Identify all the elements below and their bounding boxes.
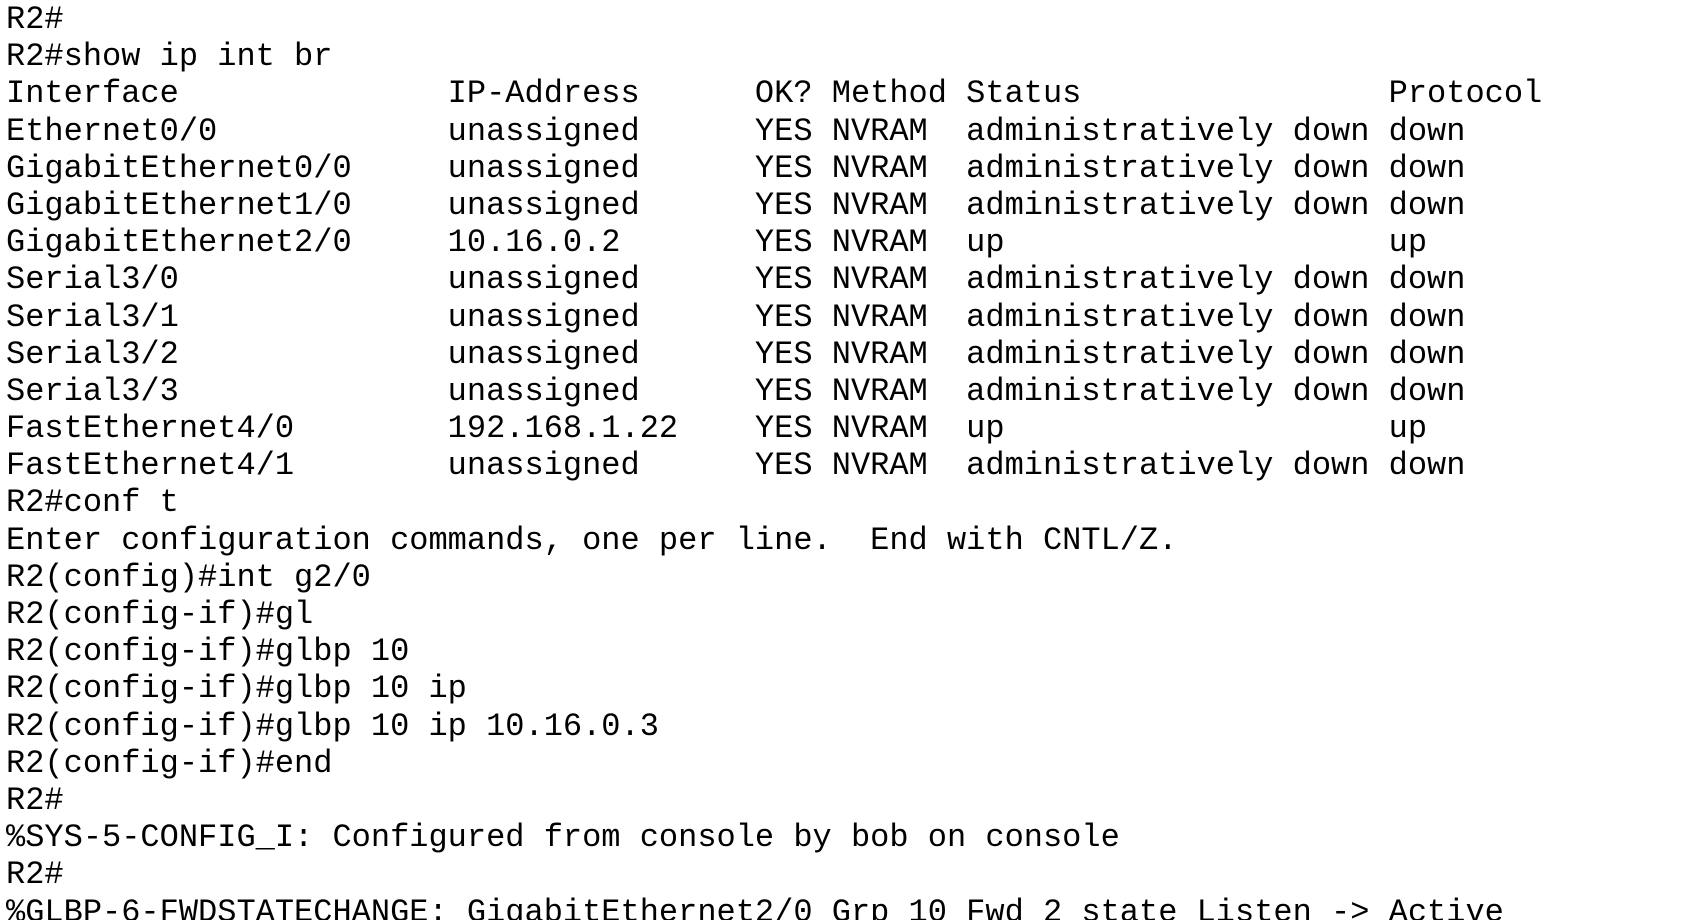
terminal-line: Serial3/3 unassigned YES NVRAM administr… [6,372,1466,410]
terminal-line: R2# [6,856,64,894]
terminal-line: GigabitEthernet1/0 unassigned YES NVRAM … [6,186,1466,224]
terminal-line: GigabitEthernet2/0 10.16.0.2 YES NVRAM u… [6,224,1428,262]
terminal-line: %SYS-5-CONFIG_I: Configured from console… [6,819,1120,857]
terminal-line: R2#conf t [6,484,179,522]
terminal-line: GigabitEthernet0/0 unassigned YES NVRAM … [6,149,1466,187]
terminal-line: %GLBP-6-FWDSTATECHANGE: GigabitEthernet2… [6,893,1504,920]
terminal-line: R2(config)#int g2/0 [6,558,371,596]
terminal-line: R2(config-if)#glbp 10 [6,633,410,671]
terminal-window[interactable]: R2# R2#show ip int br Interface IP-Addre… [0,0,1683,920]
terminal-line: R2# [6,1,64,38]
terminal-line: FastEthernet4/1 unassigned YES NVRAM adm… [6,447,1466,485]
terminal-line: R2(config-if)#end [6,744,333,782]
terminal-line: R2#show ip int br [6,38,333,76]
terminal-line: Enter configuration commands, one per li… [6,521,1178,559]
terminal-line: FastEthernet4/0 192.168.1.22 YES NVRAM u… [6,410,1428,448]
terminal-line: R2(config-if)#glbp 10 ip 10.16.0.3 [6,707,659,745]
terminal-line: R2(config-if)#glbp 10 ip [6,670,467,708]
terminal-line: R2# [6,781,64,819]
terminal-line: Serial3/0 unassigned YES NVRAM administr… [6,261,1466,299]
terminal-line: Serial3/1 unassigned YES NVRAM administr… [6,298,1466,336]
terminal-line: Serial3/2 unassigned YES NVRAM administr… [6,335,1466,373]
terminal-line: Ethernet0/0 unassigned YES NVRAM adminis… [6,112,1466,150]
terminal-line: R2(config-if)#gl [6,596,314,633]
terminal-line: Interface IP-Address OK? Method Status P… [6,75,1543,113]
